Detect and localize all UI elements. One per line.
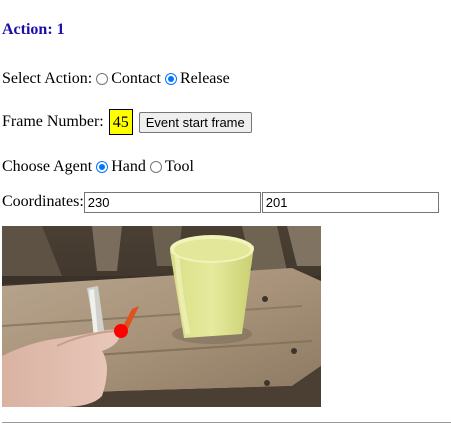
action-number: 1 <box>56 21 65 38</box>
action-label: Action: <box>2 21 53 38</box>
frame-photo <box>2 226 321 407</box>
frame-number-row: Frame Number: 45 Event start frame <box>2 108 252 136</box>
hand-radio[interactable] <box>96 161 109 173</box>
release-radio[interactable] <box>164 73 177 85</box>
hand-radio-label: Hand <box>111 158 146 175</box>
coordinates-label: Coordinates: <box>2 193 84 210</box>
divider <box>2 422 451 423</box>
action-title: Action: 1 <box>2 21 65 39</box>
frame-number-label: Frame Number: <box>2 113 104 130</box>
choose-agent-row: Choose Agent Hand Tool <box>2 158 194 176</box>
coordinate-marker <box>114 324 128 338</box>
event-start-frame-button[interactable]: Event start frame <box>138 111 252 133</box>
tool-radio-label: Tool <box>164 158 194 175</box>
contact-radio[interactable] <box>96 73 109 85</box>
select-action-row: Select Action: Contact Release <box>2 70 230 88</box>
frame-number-value: 45 <box>108 109 133 135</box>
coordinate-x-input[interactable] <box>83 191 261 213</box>
coordinates-row: Coordinates: <box>2 191 439 213</box>
select-action-label: Select Action: <box>2 70 93 87</box>
release-radio-label: Release <box>179 70 230 87</box>
tool-radio[interactable] <box>149 161 162 173</box>
choose-agent-label: Choose Agent <box>2 158 93 175</box>
coordinate-y-input[interactable] <box>261 191 439 213</box>
video-frame-image[interactable] <box>2 226 321 407</box>
contact-radio-label: Contact <box>111 70 161 87</box>
